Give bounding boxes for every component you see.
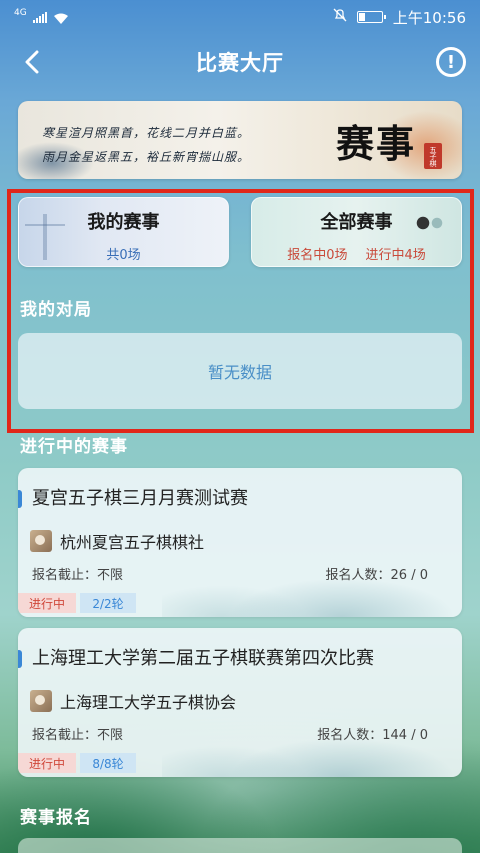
registration-card-partial[interactable] xyxy=(18,838,462,853)
all-matches-card[interactable]: 全部赛事 报名中0场 进行中4场 xyxy=(251,197,462,267)
my-matches-heading: 我的赛事 xyxy=(87,212,160,233)
info-button[interactable]: ! xyxy=(436,47,466,77)
registering-count: 报名中0场 xyxy=(287,248,348,263)
my-matches-count: 共0场 xyxy=(106,248,141,263)
match-card[interactable]: 夏宫五子棋三月月赛测试赛 杭州夏宫五子棋棋社 报名截止：不限 报名人数：26 /… xyxy=(18,468,462,617)
clock: 上午10:56 xyxy=(392,8,466,27)
match-name: 夏宫五子棋三月月赛测试赛 xyxy=(32,488,248,509)
organizer-name: 杭州夏宫五子棋棋社 xyxy=(60,533,205,552)
organizer-name: 上海理工大学五子棋协会 xyxy=(60,693,237,712)
network-type: 4G xyxy=(14,8,27,18)
empty-state-text: 暂无数据 xyxy=(207,363,272,382)
card-marker xyxy=(18,490,22,508)
round-badge: 8/8轮 xyxy=(80,753,136,773)
card-marker xyxy=(18,650,22,668)
nav-bar: 比赛大厅 ! xyxy=(0,34,480,90)
registration-deadline: 报名截止：不限 xyxy=(32,568,124,583)
registration-count: 报名人数：26 / 0 xyxy=(325,568,428,583)
battery-icon xyxy=(356,11,386,23)
status-badge: 进行中 xyxy=(18,753,76,773)
back-button[interactable] xyxy=(14,44,50,80)
mute-icon xyxy=(333,8,347,26)
poem-line: 雨月金星返黑五，裕丘新宵揣山服。 xyxy=(42,150,251,164)
chevron-left-icon xyxy=(25,50,39,74)
organizer-row: 杭州夏宫五子棋棋社 xyxy=(30,529,204,553)
organizer-row: 上海理工大学五子棋协会 xyxy=(30,689,236,713)
registration-section-title: 赛事报名 xyxy=(20,808,92,828)
my-games-empty: 暂无数据 xyxy=(18,333,462,409)
round-badge: 2/2轮 xyxy=(80,593,136,613)
all-matches-heading: 全部赛事 xyxy=(320,212,393,233)
status-bar: 4G 上午10:56 xyxy=(0,0,480,34)
poem-line: 寒星渲月照黑首，花线二月并白蓝。 xyxy=(42,126,251,140)
my-matches-card[interactable]: 我的赛事 共0场 xyxy=(18,197,229,267)
signal-icon xyxy=(32,11,47,23)
seal-stamp: 五子棋 xyxy=(424,143,442,169)
banner-title: 赛事 xyxy=(335,121,416,166)
organizer-avatar xyxy=(30,530,52,552)
in-progress-count: 进行中4场 xyxy=(365,248,426,263)
ongoing-section-title: 进行中的赛事 xyxy=(20,437,128,457)
organizer-avatar xyxy=(30,690,52,712)
my-games-title: 我的对局 xyxy=(20,300,92,320)
status-badge: 进行中 xyxy=(18,593,76,613)
registration-deadline: 报名截止：不限 xyxy=(32,728,124,743)
registration-count: 报名人数：144 / 0 xyxy=(317,728,428,743)
info-icon: ! xyxy=(446,51,456,73)
banner-poem: 寒星渲月照黑首，花线二月并白蓝。 雨月金星返黑五，裕丘新宵揣山服。 xyxy=(42,121,250,169)
match-card[interactable]: 上海理工大学第二届五子棋联赛第四次比赛 上海理工大学五子棋协会 报名截止：不限 … xyxy=(18,628,462,777)
wifi-icon xyxy=(53,11,69,24)
match-name: 上海理工大学第二届五子棋联赛第四次比赛 xyxy=(32,648,374,669)
page-title: 比赛大厅 xyxy=(196,51,284,75)
all-matches-stats: 报名中0场 进行中4场 xyxy=(252,244,461,263)
promo-banner[interactable]: 寒星渲月照黑首，花线二月并白蓝。 雨月金星返黑五，裕丘新宵揣山服。 赛事 五子棋 xyxy=(18,101,462,179)
